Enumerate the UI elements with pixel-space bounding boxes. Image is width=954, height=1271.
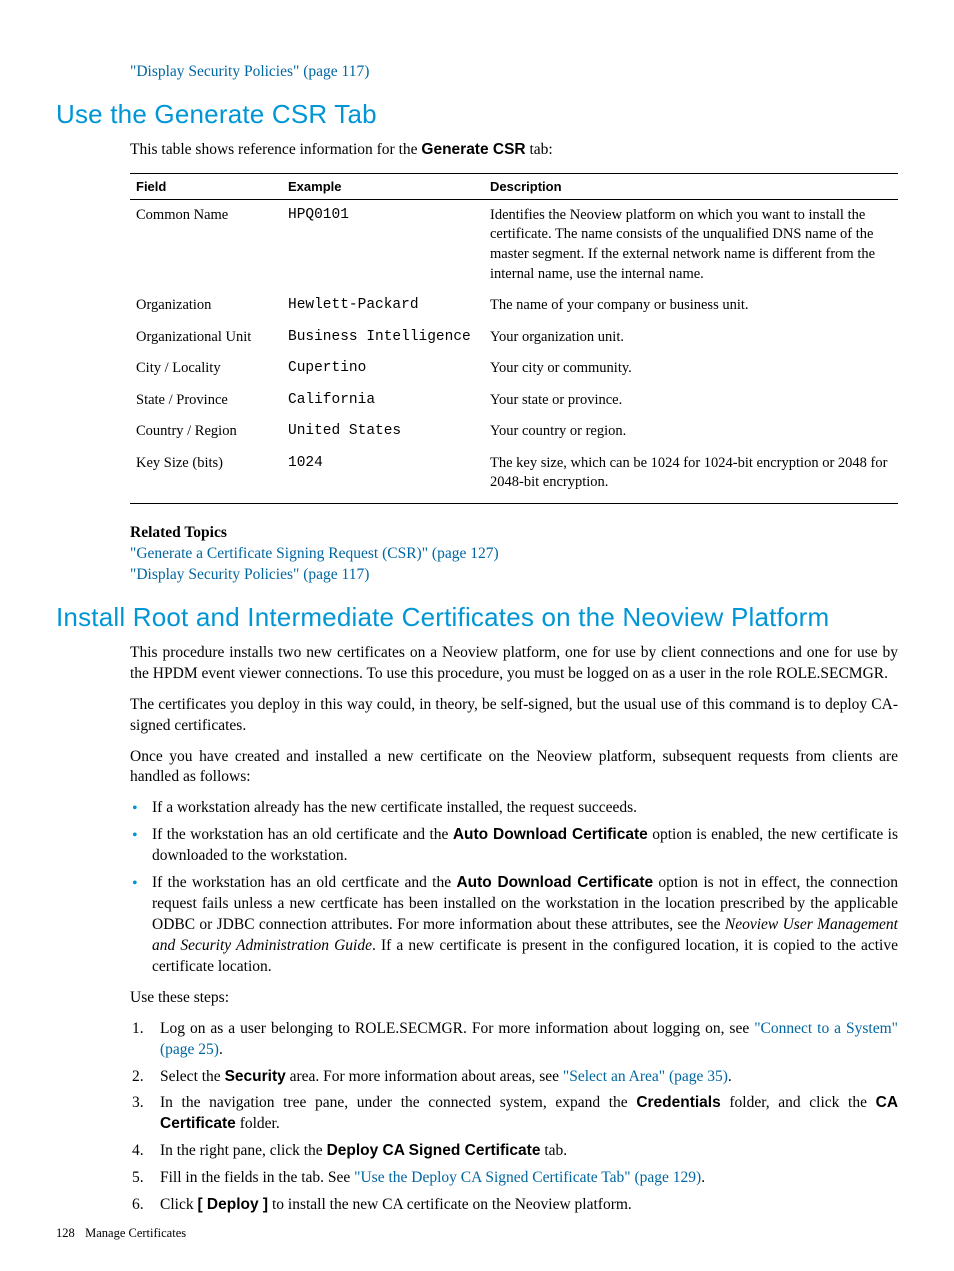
step-item: Fill in the fields in the tab. See "Use … xyxy=(160,1168,898,1189)
text: If a workstation already has the new cer… xyxy=(152,799,637,816)
page-number: 128 xyxy=(56,1226,82,1241)
cell-description: Your country or region. xyxy=(484,416,898,448)
cell-field: Common Name xyxy=(130,199,282,290)
page-footer: 128 Manage Certificates xyxy=(56,1226,186,1241)
link-generate-csr[interactable]: "Generate a Certificate Signing Request … xyxy=(130,545,499,562)
cell-description: Identifies the Neoview platform on which… xyxy=(484,199,898,290)
table-row: Country / Region United States Your coun… xyxy=(130,416,898,448)
bold-credentials: Credentials xyxy=(636,1094,720,1111)
bold-auto-download-2: Auto Download Certificate xyxy=(456,874,653,891)
cell-description: The name of your company or business uni… xyxy=(484,290,898,322)
bold-auto-download-1: Auto Download Certificate xyxy=(453,826,648,843)
cell-example: Hewlett-Packard xyxy=(282,290,484,322)
table-row: Organization Hewlett-Packard The name of… xyxy=(130,290,898,322)
cell-example: 1024 xyxy=(282,448,484,504)
text: folder, and click the xyxy=(721,1094,876,1111)
bold-deploy-button-label: [ Deploy ] xyxy=(197,1196,268,1213)
text: Select the xyxy=(160,1068,225,1085)
step-item: Click [ Deploy ] to install the new CA c… xyxy=(160,1195,898,1216)
list-item: If a workstation already has the new cer… xyxy=(152,798,898,819)
table-row: Common Name HPQ0101 Identifies the Neovi… xyxy=(130,199,898,290)
bold-deploy-tab: Deploy CA Signed Certificate xyxy=(327,1142,541,1159)
heading-use-generate-csr-tab: Use the Generate CSR Tab xyxy=(56,99,898,130)
text: Fill in the fields in the tab. See xyxy=(160,1169,354,1186)
footer-section: Manage Certificates xyxy=(85,1226,186,1240)
th-example: Example xyxy=(282,173,484,199)
cell-example: California xyxy=(282,385,484,417)
table-row: Key Size (bits) 1024 The key size, which… xyxy=(130,448,898,504)
step-item: Log on as a user belonging to ROLE.SECMG… xyxy=(160,1019,898,1061)
cell-example: Business Intelligence xyxy=(282,322,484,354)
text: In the navigation tree pane, under the c… xyxy=(160,1094,636,1111)
text: If the workstation has an old certficate… xyxy=(152,874,456,891)
use-steps-intro: Use these steps: xyxy=(130,988,898,1009)
bold-generate-csr: Generate CSR xyxy=(421,141,525,158)
table-row: Organizational Unit Business Intelligenc… xyxy=(130,322,898,354)
cell-description: Your city or community. xyxy=(484,353,898,385)
intro-paragraph-1: This table shows reference information f… xyxy=(130,140,898,161)
link-select-an-area[interactable]: "Select an Area" (page 35) xyxy=(563,1068,728,1085)
text: . xyxy=(701,1169,705,1186)
link-display-security-policies-2[interactable]: "Display Security Policies" (page 117) xyxy=(130,566,369,583)
cell-field: Country / Region xyxy=(130,416,282,448)
cell-example: United States xyxy=(282,416,484,448)
generate-csr-table: Field Example Description Common Name HP… xyxy=(130,173,898,504)
list-item: If the workstation has an old certficate… xyxy=(152,873,898,978)
cell-field: Key Size (bits) xyxy=(130,448,282,504)
cell-description: The key size, which can be 1024 for 1024… xyxy=(484,448,898,504)
step-item: In the right pane, click the Deploy CA S… xyxy=(160,1141,898,1162)
step-item: Select the Security area. For more infor… xyxy=(160,1067,898,1088)
text: to install the new CA certificate on the… xyxy=(268,1196,632,1213)
cell-example: HPQ0101 xyxy=(282,199,484,290)
paragraph: The certificates you deploy in this way … xyxy=(130,695,898,737)
bold-security: Security xyxy=(225,1068,286,1085)
paragraph: Once you have created and installed a ne… xyxy=(130,747,898,789)
text: tab. xyxy=(540,1142,567,1159)
related-topics-heading-1: Related Topics xyxy=(130,524,898,542)
cell-field: Organization xyxy=(130,290,282,322)
text: If the workstation has an old certificat… xyxy=(152,826,453,843)
table-row: City / Locality Cupertino Your city or c… xyxy=(130,353,898,385)
text: Click xyxy=(160,1196,197,1213)
link-use-deploy-tab[interactable]: "Use the Deploy CA Signed Certificate Ta… xyxy=(354,1169,701,1186)
cell-example: Cupertino xyxy=(282,353,484,385)
th-field: Field xyxy=(130,173,282,199)
page-container: "Display Security Policies" (page 117) U… xyxy=(0,0,954,1271)
cell-description: Your organization unit. xyxy=(484,322,898,354)
text: This table shows reference information f… xyxy=(130,141,421,158)
text: folder. xyxy=(236,1115,280,1132)
link-display-security-policies-top[interactable]: "Display Security Policies" (page 117) xyxy=(130,63,369,80)
step-item: In the navigation tree pane, under the c… xyxy=(160,1093,898,1135)
paragraph: This procedure installs two new certific… xyxy=(130,643,898,685)
steps-list: Log on as a user belonging to ROLE.SECMG… xyxy=(130,1019,898,1216)
th-description: Description xyxy=(484,173,898,199)
text: . xyxy=(728,1068,732,1085)
text: tab: xyxy=(526,141,553,158)
text: In the right pane, click the xyxy=(160,1142,327,1159)
table-row: State / Province California Your state o… xyxy=(130,385,898,417)
cell-field: State / Province xyxy=(130,385,282,417)
text: Log on as a user belonging to ROLE.SECMG… xyxy=(160,1020,754,1037)
table-header-row: Field Example Description xyxy=(130,173,898,199)
cell-field: City / Locality xyxy=(130,353,282,385)
list-item: If the workstation has an old certificat… xyxy=(152,825,898,867)
text: . xyxy=(219,1041,223,1058)
heading-install-root-intermediate: Install Root and Intermediate Certificat… xyxy=(56,602,898,633)
cell-description: Your state or province. xyxy=(484,385,898,417)
text: area. For more information about areas, … xyxy=(286,1068,563,1085)
bullet-list: If a workstation already has the new cer… xyxy=(130,798,898,977)
cell-field: Organizational Unit xyxy=(130,322,282,354)
